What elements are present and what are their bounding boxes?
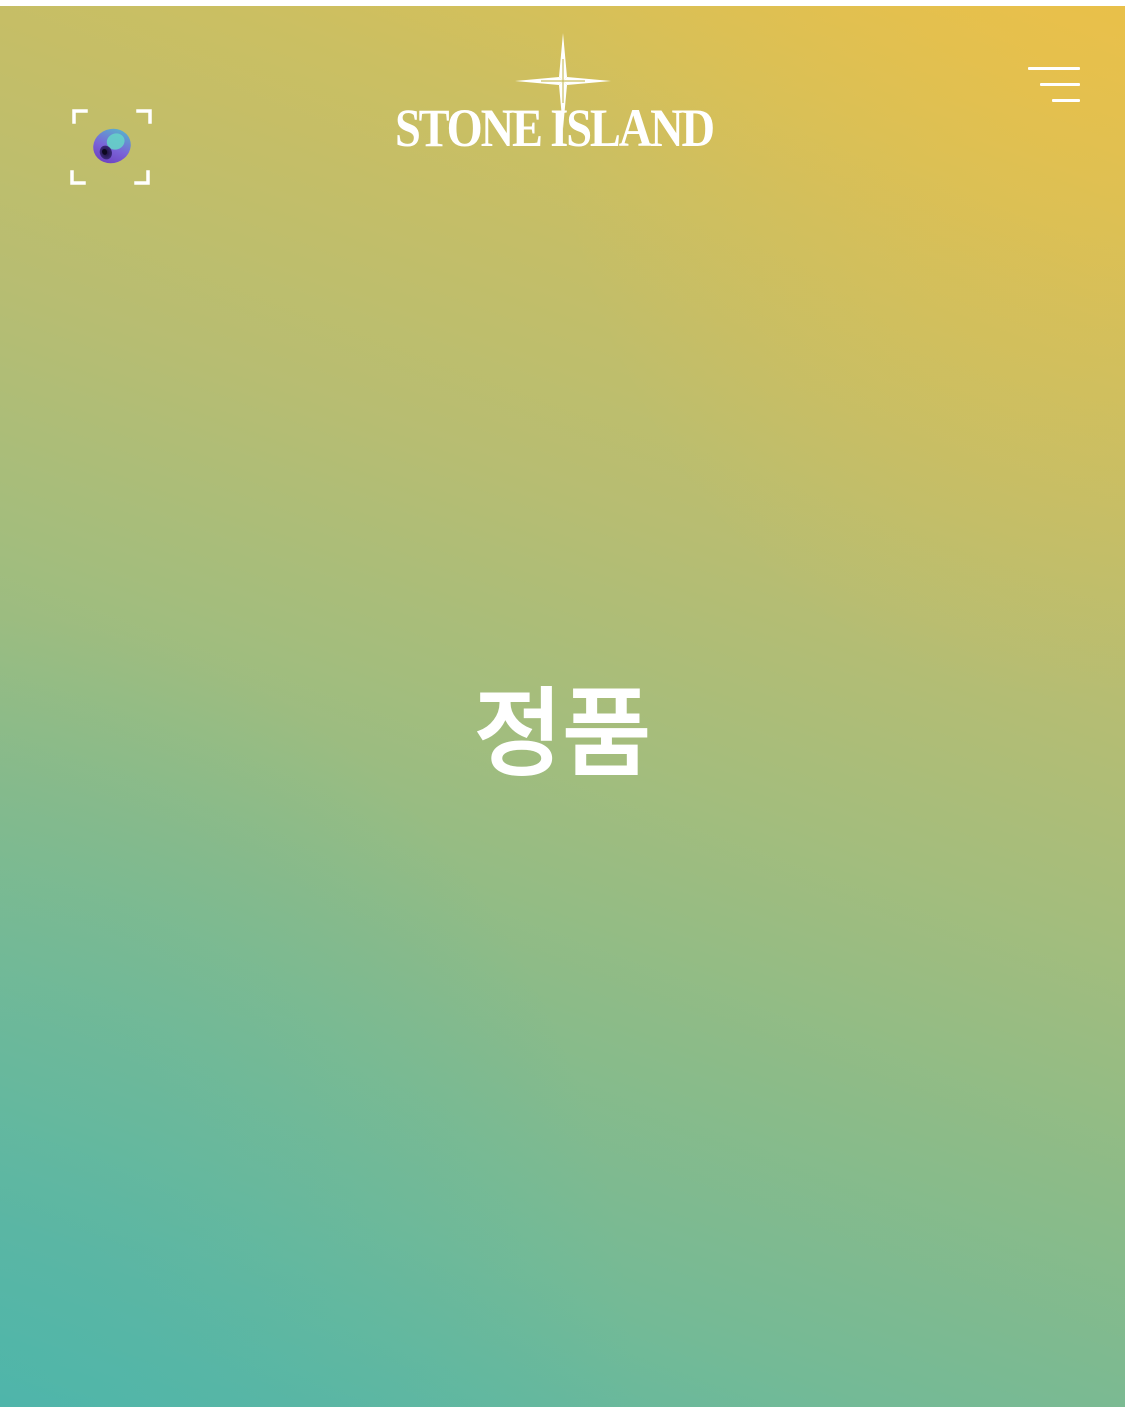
menu-line [1028, 67, 1080, 70]
authenticity-headline: 정품 [474, 678, 651, 790]
ar-scan-icon [70, 109, 152, 185]
authenticity-screen: STONE ISLAND 정품 [0, 6, 1125, 1407]
scan-button[interactable] [68, 105, 156, 189]
brand-logo[interactable]: STONE ISLAND [395, 31, 735, 158]
brand-logo-text: STONE ISLAND [395, 98, 715, 158]
menu-line [1040, 83, 1080, 86]
menu-line [1052, 99, 1080, 102]
menu-button[interactable] [1024, 64, 1084, 108]
